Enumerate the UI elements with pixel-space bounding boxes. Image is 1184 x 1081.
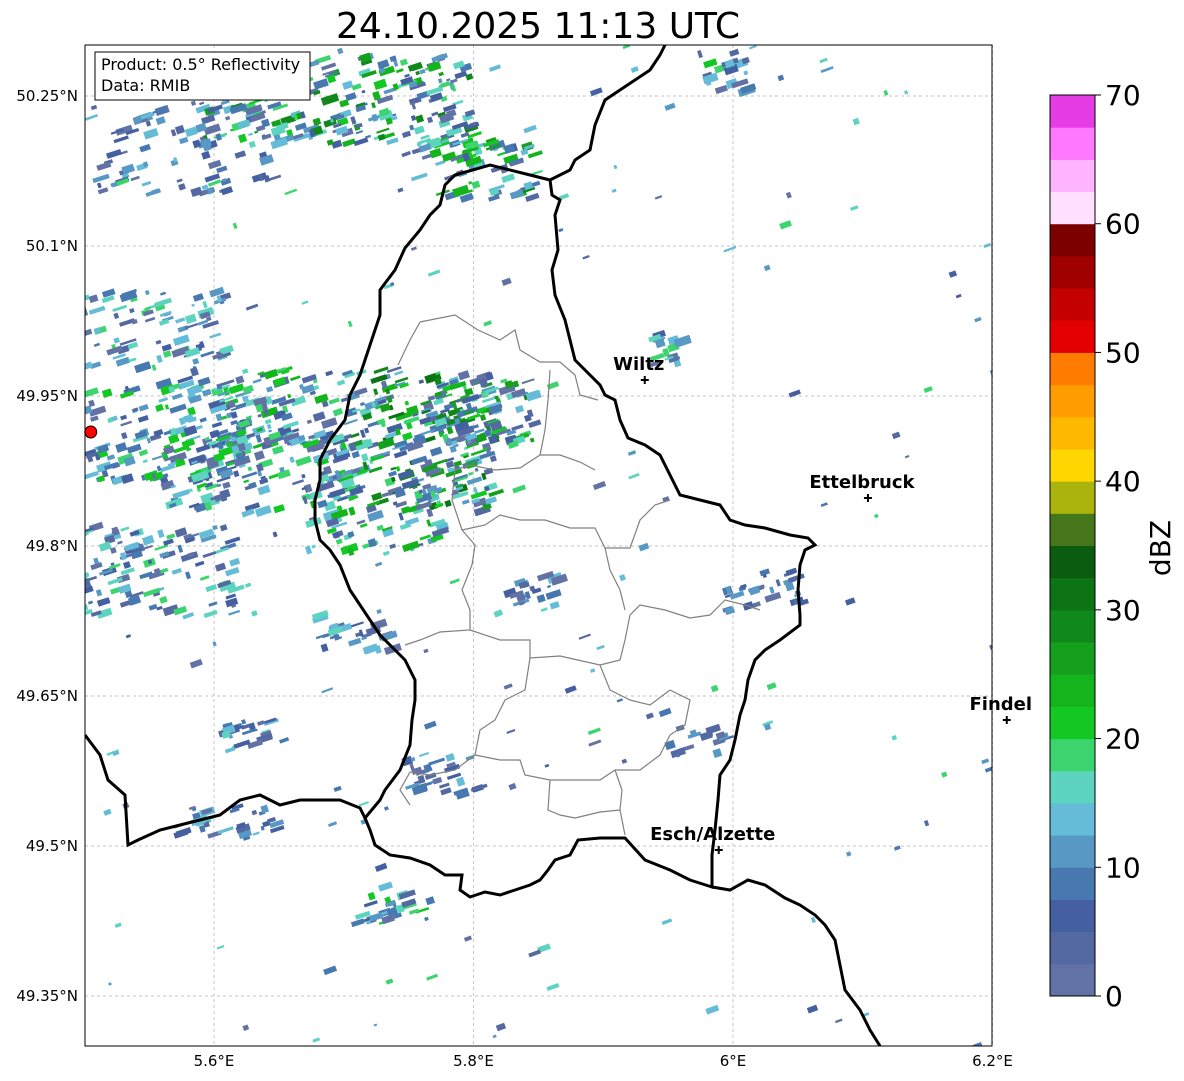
colorbar-segment bbox=[1050, 770, 1095, 804]
colorbar-segment bbox=[1050, 255, 1095, 289]
colorbar-tick-label: 30 bbox=[1105, 594, 1141, 627]
lat-tick-label: 50.1°N bbox=[26, 237, 78, 255]
echo-cell bbox=[79, 304, 84, 309]
colorbar-segments bbox=[1050, 95, 1095, 997]
echo-cell bbox=[73, 587, 79, 594]
echo-cell bbox=[77, 606, 83, 610]
echo-cell bbox=[71, 523, 83, 530]
lon-tick-label: 6°E bbox=[720, 1052, 747, 1070]
echo-cell bbox=[71, 607, 78, 613]
echo-cell bbox=[74, 606, 79, 614]
colorbar-segment bbox=[1050, 352, 1095, 386]
info-box: Product: 0.5° Reflectivity Data: RMIB bbox=[94, 51, 311, 101]
colorbar-tick-label: 70 bbox=[1105, 79, 1141, 112]
lon-tick-label: 6.2°E bbox=[972, 1052, 1013, 1070]
colorbar-segment bbox=[1050, 416, 1095, 450]
lat-tick-label: 49.8°N bbox=[26, 537, 78, 555]
colorbar-ticks: 0 10 20 30 40 50 60 70 bbox=[1095, 79, 1141, 1013]
colorbar-tick-label: 0 bbox=[1105, 980, 1123, 1013]
colorbar-segment bbox=[1050, 867, 1095, 900]
echo-cell bbox=[70, 287, 83, 294]
info-data-source: Data: RMIB bbox=[101, 76, 190, 95]
radar-map-figure: 24.10.2025 11:13 UTC Wiltz Ettelbruck Find… bbox=[16, 6, 1177, 1070]
city-label: Esch/Alzette bbox=[650, 824, 775, 845]
radar-location-dot bbox=[84, 425, 98, 439]
colorbar-segment bbox=[1050, 577, 1095, 611]
info-product: Product: 0.5° Reflectivity bbox=[101, 55, 300, 74]
city-label: Ettelbruck bbox=[809, 472, 915, 493]
colorbar-segment bbox=[1050, 320, 1095, 353]
echo-cell bbox=[72, 355, 85, 365]
colorbar-segment bbox=[1050, 802, 1095, 836]
colorbar-segment bbox=[1050, 159, 1095, 193]
colorbar: 0 10 20 30 40 50 60 70 dBZ bbox=[1049, 79, 1177, 1013]
colorbar-segment bbox=[1050, 481, 1095, 514]
colorbar-segment bbox=[1050, 706, 1095, 740]
echo-cell bbox=[63, 328, 72, 337]
colorbar-segment bbox=[1050, 931, 1095, 965]
colorbar-segment bbox=[1050, 95, 1095, 128]
colorbar-segment bbox=[1050, 513, 1095, 546]
lon-tick-label: 5.8°E bbox=[453, 1052, 494, 1070]
colorbar-segment bbox=[1050, 963, 1095, 997]
echo-cell bbox=[72, 570, 81, 578]
colorbar-segment bbox=[1050, 609, 1095, 643]
colorbar-tick-label: 10 bbox=[1105, 851, 1141, 884]
colorbar-segment bbox=[1050, 835, 1095, 868]
colorbar-segment bbox=[1050, 384, 1095, 418]
echo-cell bbox=[73, 313, 84, 323]
colorbar-segment bbox=[1050, 448, 1095, 482]
lon-tick-label: 5.6°E bbox=[194, 1052, 235, 1070]
echo-cell bbox=[75, 356, 84, 362]
colorbar-segment bbox=[1050, 642, 1095, 675]
colorbar-segment bbox=[1050, 223, 1095, 257]
lat-tick-label: 49.95°N bbox=[16, 387, 78, 405]
lat-tick-label: 49.5°N bbox=[26, 837, 78, 855]
colorbar-segment bbox=[1050, 738, 1095, 772]
colorbar-tick-label: 20 bbox=[1105, 723, 1141, 756]
colorbar-tick-label: 50 bbox=[1105, 336, 1141, 369]
colorbar-segment bbox=[1050, 191, 1095, 225]
colorbar-segment bbox=[1050, 288, 1095, 321]
city-marker bbox=[1002, 716, 1011, 724]
lat-tick-label: 49.65°N bbox=[16, 687, 78, 705]
map-area: Wiltz Ettelbruck Findel Esch/Alzette bbox=[60, 44, 1032, 1047]
echo-cell bbox=[61, 305, 73, 313]
lat-tick-label: 49.35°N bbox=[16, 987, 78, 1005]
echo-cell bbox=[62, 336, 76, 344]
colorbar-segment bbox=[1050, 545, 1095, 579]
city-label: Wiltz bbox=[613, 354, 664, 375]
lat-tick-label: 50.25°N bbox=[16, 87, 78, 105]
colorbar-tick-label: 60 bbox=[1105, 208, 1141, 241]
colorbar-segment bbox=[1050, 674, 1095, 707]
echo-cell bbox=[66, 368, 71, 372]
city-label: Findel bbox=[969, 694, 1032, 715]
echo-cell bbox=[60, 324, 70, 332]
map-title: 24.10.2025 11:13 UTC bbox=[336, 6, 740, 47]
colorbar-segment bbox=[1050, 899, 1095, 933]
colorbar-title: dBZ bbox=[1144, 520, 1177, 576]
colorbar-segment bbox=[1050, 127, 1095, 160]
radar-site-marker bbox=[84, 425, 98, 439]
colorbar-tick-label: 40 bbox=[1105, 465, 1141, 498]
